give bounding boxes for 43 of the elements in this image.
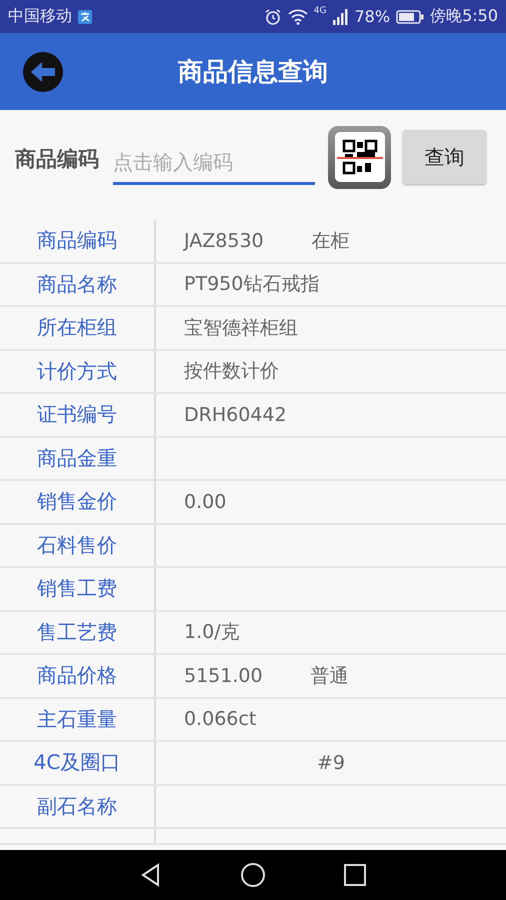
row-label: 主石重量 xyxy=(37,706,117,733)
status-text: 在柜 xyxy=(312,228,350,254)
battery-icon xyxy=(396,10,424,24)
recents-nav-icon[interactable] xyxy=(342,862,368,888)
row-label: 石料售价 xyxy=(37,532,117,559)
row-label: 商品价格 xyxy=(37,662,117,690)
row-value: 按件数计价 xyxy=(184,359,279,384)
row-value: 0.066ct xyxy=(184,708,256,730)
row-label: 商品编码 xyxy=(37,227,117,254)
row-value: DRH60442 xyxy=(184,404,287,426)
row-value: 5151.00 xyxy=(184,664,263,687)
row-label: 销售金价 xyxy=(37,488,117,516)
clock-time: 傍晚5:50 xyxy=(430,6,498,27)
page-title: 商品信息查询 xyxy=(178,57,328,86)
qr-scan-button[interactable] xyxy=(328,126,391,188)
network-type: 4G xyxy=(314,6,326,16)
row-label: 副石名称 xyxy=(37,792,117,820)
status-text: 普通 xyxy=(310,664,349,689)
battery-percent: 78% xyxy=(354,7,390,26)
field-label: 商品编码 xyxy=(15,146,99,173)
row-label: 售工艺费 xyxy=(37,618,117,646)
query-button[interactable]: 查询 xyxy=(403,130,486,184)
row-label: 计价方式 xyxy=(37,358,117,385)
row-label: 证书编号 xyxy=(37,401,117,428)
row-value: 1.0/克 xyxy=(184,620,240,646)
row-label: 4C及圈口 xyxy=(34,749,120,776)
alarm-icon xyxy=(264,8,282,26)
row-value: #9 xyxy=(316,752,345,774)
row-value: 0.00 xyxy=(184,490,226,513)
row-value: JAZ8530 xyxy=(184,230,264,252)
wifi-icon xyxy=(288,8,308,24)
row-label: 所在柜组 xyxy=(37,314,117,342)
carrier-name: 中国移动 xyxy=(8,6,72,27)
signal-icon xyxy=(332,8,348,24)
row-label: 商品金重 xyxy=(37,444,117,472)
app-icon xyxy=(78,10,92,24)
row-value: 宝智德祥柜组 xyxy=(184,316,298,341)
back-icon[interactable] xyxy=(22,50,64,92)
code-input-field[interactable]: 点击输入编码 xyxy=(113,142,315,184)
row-label: 商品名称 xyxy=(37,270,117,298)
row-label: 销售工费 xyxy=(37,575,117,602)
home-nav-icon[interactable] xyxy=(240,862,266,888)
row-value: PT950钻石戒指 xyxy=(184,272,320,298)
